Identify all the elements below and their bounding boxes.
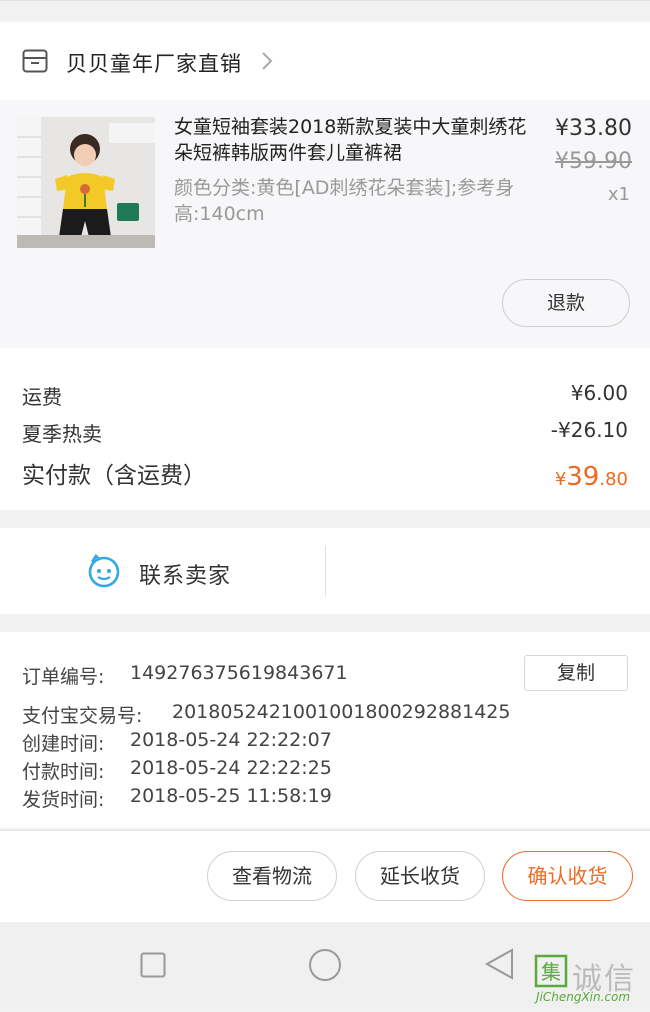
alipay-label: 支付宝交易号: [22,705,143,727]
original-price: ¥59.90 [555,149,632,174]
order-number-row: 订单编号: 149276375619843671 [22,662,348,689]
chevron-right-icon [262,52,273,70]
divider [325,546,326,596]
product-thumbnail[interactable] [17,117,155,248]
watermark: 集 诚信 JiChengXin.com [532,950,650,1008]
shop-name: 贝贝童年厂家直销 [66,52,242,76]
order-info: 订单编号: 149276375619843671 复制 支付宝交易号: 2018… [0,632,650,828]
shipped-label: 发货时间: [22,789,105,811]
promo-value: -¥26.10 [550,418,628,442]
paid-label: 付款时间: [22,761,105,783]
created-row: 创建时间: 2018-05-24 22:22:07 [22,729,332,756]
action-bar: 查看物流 延长收货 确认收货 [0,830,650,923]
nav-recent-icon[interactable] [140,952,166,978]
alipay-row: 支付宝交易号: 2018052421001001800292881425 [22,701,510,728]
quantity: x1 [607,184,630,205]
shipping-value: ¥6.00 [570,381,628,405]
view-logistics-button[interactable]: 查看物流 [207,851,337,901]
shop-header[interactable]: 贝贝童年厂家直销 [0,22,650,100]
confirm-receipt-button[interactable]: 确认收货 [502,851,633,901]
created-label: 创建时间: [22,733,105,755]
total-currency: ¥ [554,469,567,490]
total-dec: .80 [599,469,628,490]
shipping-label: 运费 [22,385,62,409]
total-row: 实付款（含运费） ¥39.80 [22,456,628,492]
order-item[interactable]: 女童短袖套装2018新款夏装中大童刺绣花朵短裤韩版两件套儿童裤裙 颜色分类:黄色… [0,100,650,348]
product-title[interactable]: 女童短袖套装2018新款夏装中大童刺绣花朵短裤韩版两件套儿童裤裙 [174,114,529,166]
order-number: 149276375619843671 [130,662,348,684]
fee-summary: 运费 ¥6.00 夏季热卖 -¥26.10 实付款（含运费） ¥39.80 [0,348,650,510]
total-label: 实付款（含运费） [22,463,206,489]
created-time: 2018-05-24 22:22:07 [130,729,332,751]
contact-bar: 联系卖家 [0,528,650,614]
nav-home-icon[interactable] [308,948,342,982]
shipped-row: 发货时间: 2018-05-25 11:58:19 [22,785,332,812]
product-sku: 颜色分类:黄色[AD刺绣花朵套装];参考身高:140cm [174,177,515,225]
extend-receipt-button[interactable]: 延长收货 [355,851,485,901]
copy-button[interactable]: 复制 [524,655,628,691]
total-int: 39 [566,462,600,492]
shipped-time: 2018-05-25 11:58:19 [130,785,332,807]
product-price: ¥33.80 [555,116,632,141]
watermark-url: JiChengXin.com [536,990,631,1004]
chat-face-icon [88,554,120,588]
promo-row: 夏季热卖 -¥26.10 [22,418,628,447]
paid-time: 2018-05-24 22:22:25 [130,757,332,779]
contact-seller-button[interactable]: 联系卖家 [139,558,231,590]
alipay-number: 2018052421001001800292881425 [172,701,511,723]
total-value: ¥39.80 [555,462,628,492]
svg-text:集: 集 [541,960,561,984]
order-number-label: 订单编号: [22,666,105,688]
shop-icon [22,49,48,73]
nav-back-icon[interactable] [484,948,516,980]
shipping-row: 运费 ¥6.00 [22,381,628,410]
paid-row: 付款时间: 2018-05-24 22:22:25 [22,757,332,784]
top-strip [0,0,650,23]
refund-button[interactable]: 退款 [502,279,630,327]
promo-label: 夏季热卖 [22,422,102,446]
